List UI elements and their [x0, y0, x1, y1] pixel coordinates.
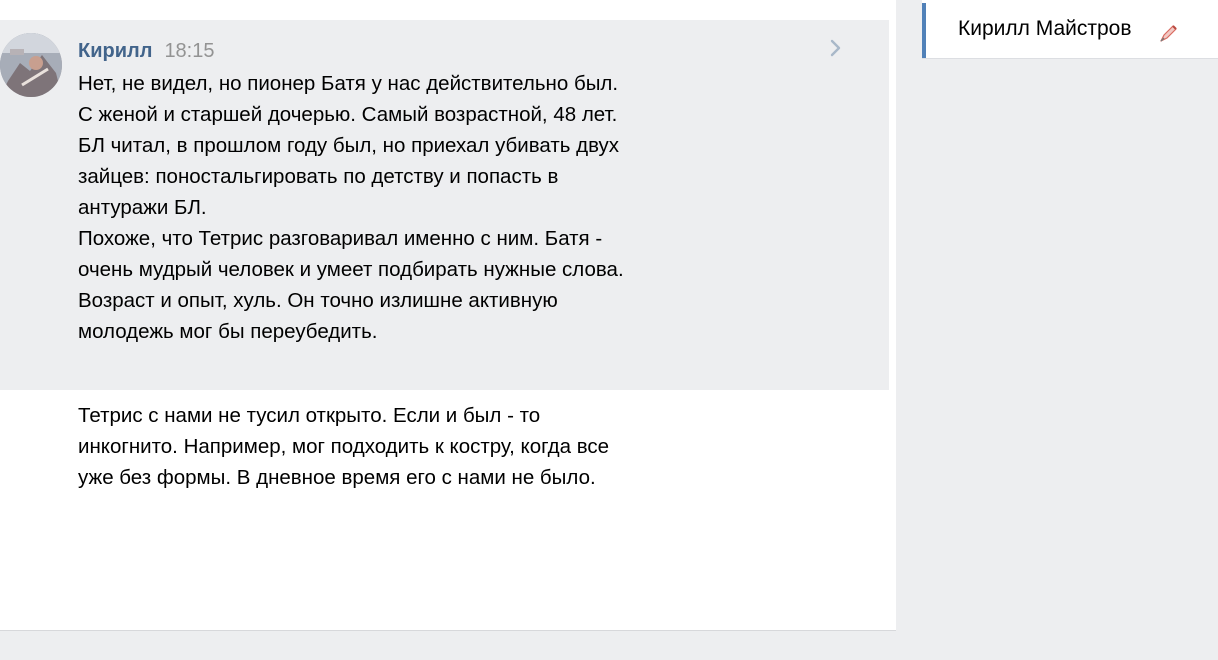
chat-panel: Кирилл 18:15 Нет, не видел, но пионер Ба…: [0, 0, 896, 630]
message-paragraph: Тетрис с нами не тусил открыто. Если и б…: [78, 404, 610, 489]
message-text: Тетрис с нами не тусил открыто. Если и б…: [78, 400, 638, 493]
avatar[interactable]: [0, 33, 62, 97]
active-indicator: [922, 3, 926, 58]
message-time[interactable]: 18:15: [164, 40, 214, 63]
contact-name[interactable]: Кирилл Майстров: [958, 17, 1132, 41]
author-name[interactable]: Кирилл: [78, 40, 152, 63]
message-text: Нет, не видел, но пионер Батя у нас дейс…: [78, 68, 638, 347]
message-header: Кирилл 18:15: [78, 40, 215, 64]
chevron-right-icon[interactable]: [826, 37, 846, 59]
dialog-header-card[interactable]: Кирилл Майстров: [922, 0, 1218, 59]
pencil-icon: [1160, 25, 1177, 42]
message-paragraph: Нет, не видел, но пионер Батя у нас дейс…: [78, 72, 624, 343]
